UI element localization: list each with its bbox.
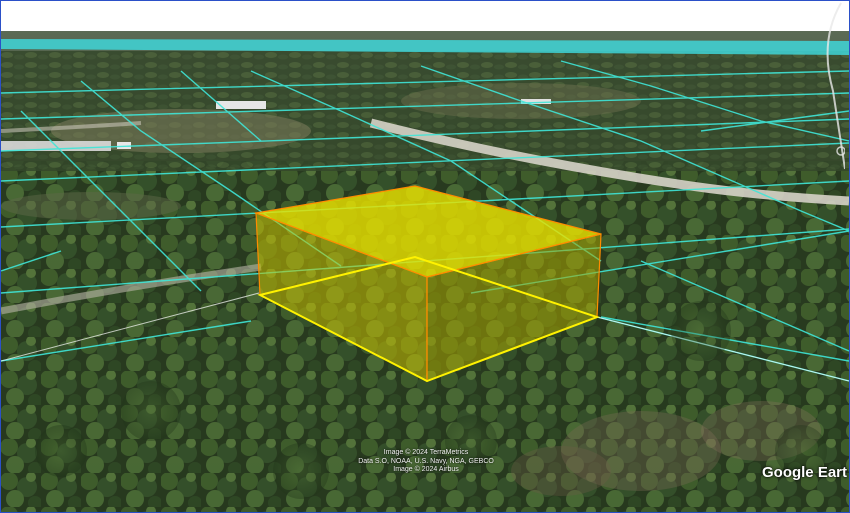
map-window: Image © 2024 TerraMetrics Data S.O, NOAA…: [0, 0, 850, 513]
attribution-line: Image © 2024 Airbus: [393, 466, 459, 473]
top-bar: [1, 1, 849, 31]
compass-ring-icon[interactable]: [815, 1, 845, 171]
attribution-line: Data S.O, NOAA, U.S. Navy, NGA, GEBCO: [358, 457, 494, 465]
google-earth-logo: Google Eart: [761, 464, 847, 481]
map-3d-view[interactable]: [1, 31, 849, 512]
attribution-line: Image © 2024 TerraMetrics: [383, 449, 469, 456]
map-attribution: Image © 2024 TerraMetrics Data S.O, NOAA…: [301, 449, 551, 475]
